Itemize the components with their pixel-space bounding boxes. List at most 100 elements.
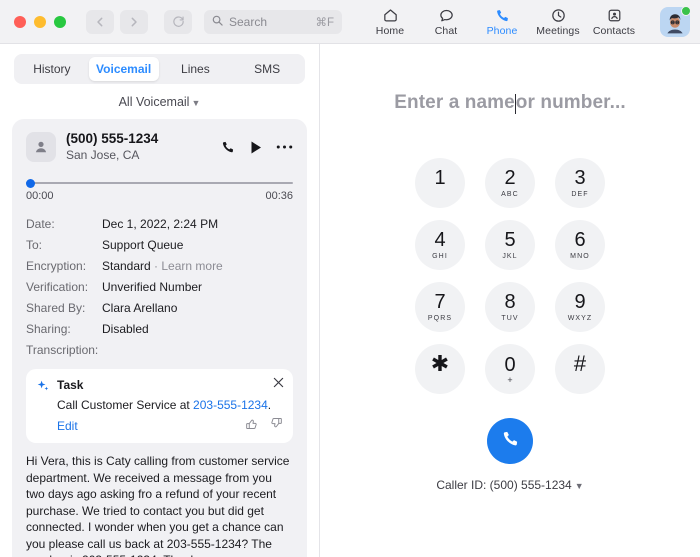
dialpad-key-4[interactable]: 4 GHI [415, 220, 465, 270]
close-window-button[interactable] [14, 15, 26, 28]
person-icon [26, 132, 56, 163]
sparkle-icon [36, 378, 50, 398]
caller-id-selector[interactable]: Caller ID: (500) 555-1234 ▼ [436, 478, 583, 492]
main-nav: Home Chat Phone Meetings Contacts [362, 0, 642, 44]
dialpad-key-5[interactable]: 5 JKL [485, 220, 535, 270]
clock-icon [550, 7, 567, 24]
key-letters: WXYZ [567, 314, 593, 322]
dialpad-key-8[interactable]: 8 TUV [485, 282, 535, 332]
dial-placeholder-after: or number... [515, 92, 626, 113]
tab-history[interactable]: History [17, 57, 87, 81]
tabs-container: History Voicemail Lines SMS [0, 44, 319, 84]
search-placeholder: Search [229, 14, 268, 29]
dialpad-key-star[interactable]: ✱ [415, 344, 465, 394]
dialpad-key-3[interactable]: 3 DEF [555, 158, 605, 208]
tab-voicemail[interactable]: Voicemail [88, 57, 159, 81]
zoom-phone-window: Search ⌘F Home Chat Phone Meetings Conta… [0, 0, 700, 557]
voicemail-header: (500) 555-1234 San Jose, CA [26, 131, 293, 163]
nav-label-home: Home [375, 24, 405, 37]
detail-row-sharing: Sharing: Disabled [26, 319, 293, 340]
task-phone-link[interactable]: 203-555-1234 [193, 398, 268, 412]
key-digit: 5 [504, 228, 516, 251]
dialpad-key-2[interactable]: 2 ABC [485, 158, 535, 208]
more-icon[interactable] [276, 144, 293, 150]
detail-value: Standard · Learn more [102, 256, 223, 277]
nav-item-meetings[interactable]: Meetings [530, 0, 586, 44]
detail-label: To: [26, 238, 43, 253]
search-shortcut: ⌘F [315, 16, 334, 29]
nav-item-chat[interactable]: Chat [418, 0, 474, 44]
history-button[interactable] [164, 9, 192, 34]
voicemail-filter-dropdown[interactable]: All Voicemail ▼ [0, 84, 319, 119]
detail-value: Dec 1, 2022, 2:24 PM [102, 217, 219, 232]
search-input[interactable]: Search ⌘F [204, 9, 342, 34]
audio-progress-slider[interactable] [26, 178, 293, 188]
voicemail-detail-card: (500) 555-1234 San Jose, CA 00:00 00:36 … [12, 119, 307, 557]
detail-label: Date: [26, 217, 55, 232]
key-digit: 7 [434, 290, 446, 313]
window-controls [0, 15, 66, 28]
dial-input[interactable]: Enter a name or number... [394, 92, 626, 114]
nav-item-home[interactable]: Home [362, 0, 418, 44]
transcription-text: Hi Vera, this is Caty calling from custo… [26, 454, 290, 557]
detail-label: Encryption: [26, 259, 87, 274]
voicemail-actions [220, 139, 293, 155]
progress-track [26, 182, 293, 185]
key-digit: # [573, 350, 587, 376]
call-icon[interactable] [220, 139, 236, 155]
chat-bubble-icon [438, 7, 455, 24]
chevron-right-icon [129, 16, 139, 28]
voicemail-list[interactable]: (500) 555-1234 San Jose, CA 00:00 00:36 … [0, 119, 319, 557]
chevron-down-icon: ▼ [574, 481, 584, 491]
nav-item-contacts[interactable]: Contacts [586, 0, 642, 44]
detail-label: Sharing: [26, 322, 71, 337]
minimize-window-button[interactable] [34, 15, 46, 28]
encryption-value: Standard [102, 259, 151, 274]
dialpad-key-1[interactable]: 1 [415, 158, 465, 208]
task-suggestion-card: Task Call Customer Service at 203-555-12… [26, 369, 293, 444]
learn-more-link[interactable]: · Learn more [151, 259, 223, 273]
tab-sms[interactable]: SMS [232, 57, 302, 81]
dialpad-key-9[interactable]: 9 WXYZ [555, 282, 605, 332]
nav-item-phone[interactable]: Phone [474, 0, 530, 44]
maximize-window-button[interactable] [54, 15, 66, 28]
dialpad-key-0[interactable]: 0 + [485, 344, 535, 394]
dialpad-key-7[interactable]: 7 PQRS [415, 282, 465, 332]
detail-label: Shared By: [26, 301, 86, 316]
detail-value: Clara Arellano [102, 301, 178, 316]
task-header: Task Call Customer Service at 203-555-12… [36, 378, 283, 413]
detail-value: Disabled [102, 322, 149, 337]
caller-id-label: Caller ID: (500) 555-1234 [436, 478, 572, 492]
key-digit: 6 [574, 228, 586, 251]
avatar[interactable] [660, 6, 691, 37]
chevron-down-icon: ▼ [191, 98, 201, 108]
key-letters: TUV [501, 314, 519, 322]
key-digit: 0 [504, 353, 516, 376]
nav-label-contacts: Contacts [592, 24, 636, 37]
dialpad-key-6[interactable]: 6 MNO [555, 220, 605, 270]
close-icon[interactable] [273, 377, 284, 388]
key-digit: 3 [574, 166, 586, 189]
task-content: Task Call Customer Service at 203-555-12… [57, 378, 283, 413]
audio-current-time: 00:00 [26, 190, 54, 203]
task-edit-link[interactable]: Edit [57, 419, 78, 433]
key-letters: + [507, 374, 513, 385]
thumbs-down-icon[interactable] [270, 417, 283, 435]
forward-button[interactable] [120, 9, 148, 34]
dial-placeholder-before: Enter a name [394, 92, 515, 113]
play-icon[interactable] [249, 140, 263, 155]
chevron-left-icon [95, 16, 105, 28]
call-button[interactable] [487, 418, 533, 464]
nav-buttons [86, 9, 192, 34]
thumbs-up-icon[interactable] [245, 417, 258, 435]
task-feedback [245, 417, 283, 435]
home-icon [382, 7, 399, 24]
back-button[interactable] [86, 9, 114, 34]
progress-handle[interactable] [26, 178, 35, 188]
task-footer: Edit [36, 417, 283, 435]
tab-lines[interactable]: Lines [161, 57, 231, 81]
dialpad-key-pound[interactable]: # [555, 344, 605, 394]
key-letters: JKL [502, 252, 518, 260]
key-letters: ABC [501, 190, 519, 198]
phone-icon [500, 428, 521, 454]
